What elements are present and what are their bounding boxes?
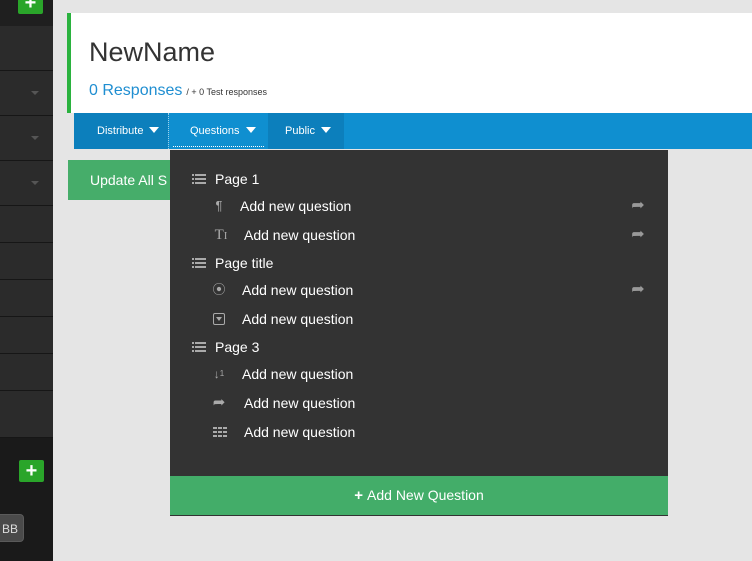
question-label: Add new question: [242, 366, 354, 382]
question-item[interactable]: ↓1 Add new question: [170, 362, 668, 386]
chevron-down-icon: [31, 136, 39, 140]
tab-questions-label: Questions: [190, 125, 240, 137]
page-label: Page 1: [215, 171, 260, 187]
list-icon: [192, 251, 210, 275]
question-label: Add new question: [244, 424, 356, 440]
share-icon[interactable]: ➦: [629, 278, 647, 302]
add-new-question-button[interactable]: + Add New Question: [170, 476, 668, 515]
question-item[interactable]: ⦿ Add new question ➦: [170, 278, 668, 302]
question-item[interactable]: Add new question: [170, 307, 668, 331]
question-label: Add new question: [242, 282, 354, 298]
test-responses: / + 0 Test responses: [186, 87, 268, 97]
question-label: Add new question: [244, 395, 356, 411]
tab-bar: Distribute Questions Public: [74, 113, 752, 149]
responses-link[interactable]: 0 Responses / + 0 Test responses: [89, 82, 267, 100]
active-tab-indicator: [173, 146, 264, 147]
add-plus-icon[interactable]: +: [18, 0, 43, 14]
sort-numeric-icon: ↓1: [213, 367, 225, 381]
question-item[interactable]: ¶ Add new question ➦: [170, 194, 668, 218]
sidebar-item[interactable]: [0, 243, 53, 280]
plus-icon: +: [354, 487, 364, 504]
chevron-down-icon: [31, 181, 39, 185]
tab-public[interactable]: Public: [268, 113, 344, 149]
sidebar-item[interactable]: [0, 317, 53, 354]
list-icon: [192, 167, 210, 191]
add-plus-icon[interactable]: +: [19, 460, 44, 482]
sidebar-item[interactable]: [0, 71, 53, 116]
question-item[interactable]: Add new question: [170, 420, 668, 444]
share-icon: ➦: [212, 394, 226, 411]
list-icon: [192, 335, 210, 359]
question-label: Add new question: [242, 311, 354, 327]
sidebar-item[interactable]: [0, 161, 53, 206]
question-label: Add new question: [240, 198, 352, 214]
paragraph-icon: ¶: [215, 198, 223, 213]
page-title: NewName: [89, 37, 216, 67]
sidebar-item[interactable]: [0, 280, 53, 317]
dropdown-icon: [210, 307, 228, 331]
sidebar-item[interactable]: [0, 116, 53, 161]
questions-dropdown: Page 1 ¶ Add new question ➦ TI Add new q…: [170, 150, 668, 516]
caret-down-icon: [149, 127, 160, 134]
share-icon[interactable]: ➦: [629, 194, 647, 218]
sidebar-tag[interactable]: BB: [0, 514, 24, 542]
chevron-down-icon: [31, 91, 39, 95]
sidebar-item[interactable]: [0, 391, 53, 438]
caret-down-icon: [245, 127, 256, 134]
tab-public-label: Public: [285, 125, 315, 137]
tab-questions[interactable]: Questions: [168, 113, 268, 149]
add-new-question-label: Add New Question: [367, 487, 484, 503]
caret-down-icon: [320, 127, 331, 134]
survey-header: NewName 0 Responses / + 0 Test responses: [67, 13, 752, 113]
text-input-icon: TI: [214, 227, 228, 243]
share-icon[interactable]: ➦: [629, 223, 647, 247]
sidebar: + + BB: [0, 0, 53, 561]
page-label: Page 3: [215, 339, 260, 355]
radio-icon: ⦿: [212, 282, 226, 297]
tab-distribute[interactable]: Distribute: [74, 113, 168, 149]
page-item[interactable]: Page 3: [170, 335, 668, 359]
sidebar-item[interactable]: [0, 26, 53, 71]
question-item[interactable]: TI Add new question ➦: [170, 223, 668, 247]
page-item[interactable]: Page title: [170, 251, 668, 275]
question-label: Add new question: [244, 227, 356, 243]
grid-icon: [211, 420, 229, 444]
tab-distribute-label: Distribute: [97, 125, 144, 137]
page-label: Page title: [215, 255, 274, 271]
responses-count[interactable]: 0 Responses: [89, 82, 182, 99]
sidebar-item[interactable]: [0, 206, 53, 243]
question-item[interactable]: ➦ Add new question: [170, 391, 668, 415]
sidebar-item[interactable]: [0, 354, 53, 391]
page-item[interactable]: Page 1: [170, 167, 668, 191]
